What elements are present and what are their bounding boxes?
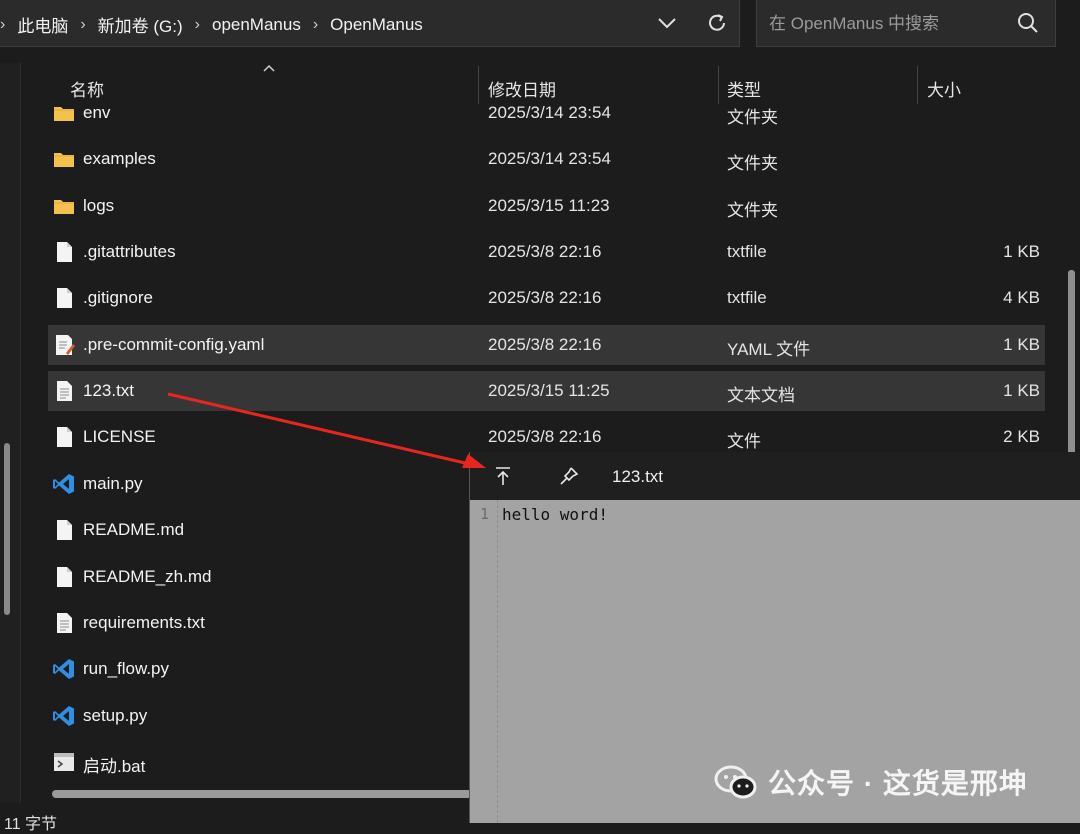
file-icon (52, 565, 76, 589)
breadcrumb: › 此电脑 › 新加卷 (G:) › openManus › OpenManus (0, 12, 423, 37)
yaml-file-icon (52, 333, 76, 357)
folder-icon (52, 194, 76, 218)
file-row[interactable]: .pre-commit-config.yaml 2025/3/8 22:16 YAM… (48, 325, 1045, 365)
file-icon (52, 425, 76, 449)
file-row[interactable]: examples 2025/3/14 23:54 文件夹 (48, 139, 1045, 179)
text-file-icon (52, 379, 76, 403)
file-icon (52, 518, 76, 542)
file-name: main.py (83, 474, 143, 493)
file-type: 文件夹 (727, 154, 778, 173)
navigation-pane (0, 63, 20, 803)
line-gutter (470, 500, 498, 823)
chevron-down-icon[interactable] (654, 10, 680, 36)
file-name: .pre-commit-config.yaml (83, 335, 265, 354)
file-name: 启动.bat (83, 757, 146, 776)
status-text: 11 字节 (4, 816, 58, 833)
file-icon (52, 240, 76, 264)
file-name: LICENSE (83, 427, 156, 446)
file-type: YAML 文件 (727, 340, 811, 359)
folder-icon (52, 147, 76, 171)
file-date: 2025/3/14 23:54 (488, 103, 611, 122)
breadcrumb-item-this-pc[interactable]: 此电脑 (17, 12, 68, 37)
file-date: 2025/3/14 23:54 (488, 149, 611, 168)
breadcrumb-item-openmanus-parent[interactable]: openManus (212, 15, 301, 35)
file-size: 4 KB (1003, 288, 1040, 307)
text-file-icon (52, 611, 76, 635)
file-date: 2025/3/15 11:25 (488, 381, 610, 400)
file-name: README_zh.md (83, 567, 212, 586)
search-icon[interactable] (1015, 10, 1041, 36)
file-type: txtfile (727, 288, 767, 307)
file-icon (52, 286, 76, 310)
search-box[interactable] (756, 0, 1056, 47)
address-bar[interactable]: › 此电脑 › 新加卷 (G:) › openManus › OpenManus (0, 0, 740, 47)
file-type: 文件夹 (727, 108, 778, 127)
file-size: 1 KB (1003, 335, 1040, 354)
vscode-icon (52, 704, 76, 728)
pin-icon[interactable] (558, 465, 580, 487)
arrow-up-icon[interactable] (492, 465, 514, 487)
file-row[interactable]: logs 2025/3/15 11:23 文件夹 (48, 186, 1045, 226)
breadcrumb-item-drive[interactable]: 新加卷 (G:) (98, 12, 183, 37)
file-date: 2025/3/15 11:23 (488, 196, 610, 215)
vscode-icon (52, 657, 76, 681)
file-row[interactable]: env 2025/3/14 23:54 文件夹 (48, 93, 1045, 133)
file-name: logs (83, 196, 115, 215)
file-date: 2025/3/8 22:16 (488, 427, 602, 446)
file-name: setup.py (83, 706, 148, 725)
file-date: 2025/3/8 22:16 (488, 288, 602, 307)
chevron-right-icon: › (80, 15, 86, 33)
chevron-right-icon: › (312, 15, 319, 33)
file-row[interactable]: .gitignore 2025/3/8 22:16 txtfile 4 KB (48, 278, 1045, 318)
file-row[interactable]: 123.txt 2025/3/15 11:25 文本文档 1 KB (48, 371, 1045, 411)
file-name: 123.txt (83, 381, 135, 400)
file-name: .gitignore (83, 288, 153, 307)
horizontal-scrollbar[interactable] (52, 790, 472, 798)
file-row[interactable]: .gitattributes 2025/3/8 22:16 txtfile 1 KB (48, 232, 1045, 272)
watermark-text: 公众号 · 这货是邢坤 (768, 768, 1028, 799)
file-name: run_flow.py (83, 659, 169, 678)
search-input[interactable] (767, 10, 1011, 38)
bat-file-icon (52, 750, 76, 774)
preview-title: 123.txt (612, 467, 664, 486)
vscode-icon (52, 472, 76, 496)
file-row[interactable]: LICENSE 2025/3/8 22:16 文件 2 KB (48, 417, 1045, 457)
line-number: 1 (480, 505, 490, 523)
breadcrumb-item-openmanus[interactable]: OpenManus (330, 15, 423, 35)
file-type: txtfile (727, 242, 767, 261)
folder-icon (52, 101, 76, 125)
file-name: .gitattributes (83, 242, 176, 261)
file-name: env (83, 103, 111, 122)
file-size: 2 KB (1003, 427, 1040, 446)
file-name: requirements.txt (83, 613, 205, 632)
preview-content[interactable]: hello word! (502, 505, 608, 524)
wechat-icon (714, 765, 757, 799)
chevron-right-icon: › (0, 15, 6, 33)
file-name: README.md (83, 520, 185, 539)
file-date: 2025/3/8 22:16 (488, 242, 602, 261)
nav-scrollbar[interactable] (4, 443, 10, 615)
divider (20, 63, 21, 803)
preview-toolbar: 123.txt (470, 452, 1080, 500)
file-name: examples (83, 149, 156, 168)
chevron-right-icon: › (194, 15, 200, 33)
file-type: 文本文档 (727, 386, 795, 405)
file-type: 文件 (727, 432, 761, 451)
file-date: 2025/3/8 22:16 (488, 335, 602, 354)
file-size: 1 KB (1003, 381, 1040, 400)
refresh-icon[interactable] (704, 9, 730, 37)
watermark: 公众号 · 这货是邢坤 (714, 762, 1028, 802)
file-size: 1 KB (1003, 242, 1040, 261)
file-type: 文件夹 (727, 201, 778, 220)
